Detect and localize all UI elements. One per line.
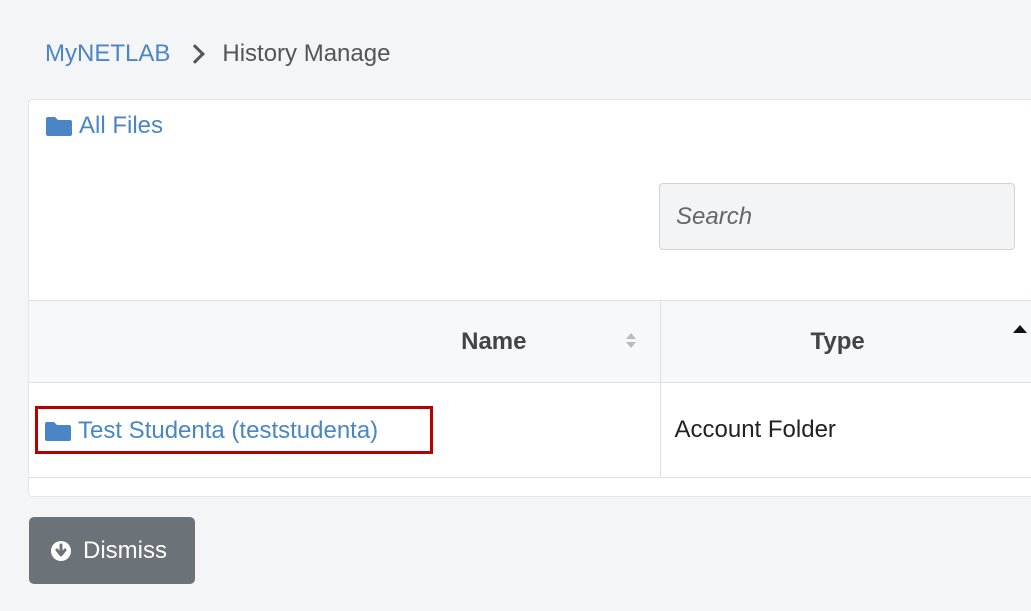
column-header-name[interactable]: Name [29,300,661,383]
file-browser-panel: All Files Name Type [28,99,1031,497]
column-header-type-label: Type [810,327,865,355]
folder-icon [45,115,73,137]
breadcrumb: MyNETLAB History Manage [45,36,440,72]
table-footer-divider [29,477,1031,478]
folder-icon [44,420,72,442]
chevron-right-icon [185,44,206,64]
search-input[interactable] [659,183,1015,250]
breadcrumb-root-link[interactable]: MyNETLAB [45,40,170,68]
table-header-row: Name Type [29,300,1031,383]
sort-ascending-icon [1013,325,1027,333]
table-row: Test Studenta (teststudenta) Account Fol… [29,382,1031,477]
dismiss-label: Dismiss [83,536,167,564]
breadcrumb-current: History Manage [222,40,391,67]
account-folder-link[interactable]: Test Studenta (teststudenta) [35,405,434,454]
account-folder-name: Test Studenta (teststudenta) [78,416,379,444]
cell-type: Account Folder [660,382,1031,477]
column-header-type[interactable]: Type [660,300,1031,383]
files-table: Name Type Test Studenta (teststudenta) A… [29,300,1031,477]
dismiss-button[interactable]: Dismiss [29,517,195,584]
all-files-link[interactable]: All Files [45,112,163,140]
arrow-circle-down-icon [51,540,71,561]
sort-icon [625,333,636,349]
column-header-name-label: Name [461,327,527,355]
cell-name: Test Studenta (teststudenta) [29,382,661,477]
all-files-label: All Files [79,112,164,139]
